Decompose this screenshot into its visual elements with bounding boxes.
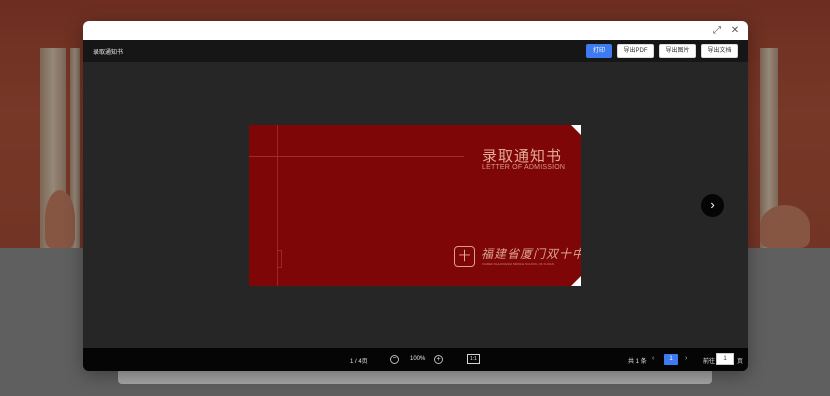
page-corner: [571, 276, 581, 286]
export-image-button[interactable]: 导出图片: [659, 44, 696, 58]
decorative-notch: [277, 250, 282, 268]
prev-page-icon[interactable]: ‹: [652, 355, 654, 362]
document-title: 录取通知书: [93, 49, 124, 56]
dialog-header: 录取通知书 打印 导出PDF 导出图片 导出文档: [83, 40, 748, 62]
page-corner: [571, 125, 581, 135]
print-button[interactable]: 打印: [586, 44, 612, 58]
goto-page-input[interactable]: 1: [716, 353, 734, 365]
document-viewer: 录取通知书 LETTER OF ADMISSION 十 福建省厦门双十中学 XI…: [83, 62, 748, 348]
dialog-titlebar: ⤢ ✕: [83, 21, 748, 40]
total-count: 共 1 条: [628, 359, 647, 365]
page-indicator: 1 / 4页: [350, 359, 368, 365]
next-page-icon[interactable]: ›: [685, 355, 687, 362]
page-unit-label: 页: [737, 359, 744, 365]
maximize-icon[interactable]: ⤢: [712, 25, 722, 36]
action-buttons: 打印 导出PDF 导出图片 导出文档: [586, 44, 738, 58]
school-name-cn: 福建省厦门双十中学: [481, 247, 581, 261]
zoom-out-icon[interactable]: −: [390, 355, 399, 364]
actual-size-button[interactable]: 1:1: [467, 354, 480, 364]
export-doc-button[interactable]: 导出文档: [701, 44, 738, 58]
goto-label: 前往: [703, 359, 716, 365]
admission-letter-page: 录取通知书 LETTER OF ADMISSION 十 福建省厦门双十中学 XI…: [249, 125, 581, 286]
letter-title: 录取通知书: [482, 147, 563, 165]
preview-dialog: ⤢ ✕ 录取通知书 打印 导出PDF 导出图片 导出文档 录取通知书 LETTE…: [83, 21, 748, 371]
pagination-current-page[interactable]: 1: [664, 354, 678, 365]
school-name-en: XIAMEN SHUANGSHI MIDDLE SCHOOL OF FUJIAN: [482, 262, 555, 266]
zoom-in-icon[interactable]: +: [434, 355, 443, 364]
decorative-line: [249, 156, 464, 157]
next-page-arrow-icon[interactable]: ›: [701, 194, 724, 217]
viewer-footer: 1 / 4页 − 100% + 1:1 共 1 条 ‹ 1 › 前往 1 页: [83, 348, 748, 371]
school-seal-icon: 十: [454, 246, 475, 267]
close-icon[interactable]: ✕: [730, 25, 740, 36]
letter-subtitle: LETTER OF ADMISSION: [482, 164, 566, 171]
zoom-level: 100%: [410, 356, 426, 362]
export-pdf-button[interactable]: 导出PDF: [617, 44, 654, 58]
